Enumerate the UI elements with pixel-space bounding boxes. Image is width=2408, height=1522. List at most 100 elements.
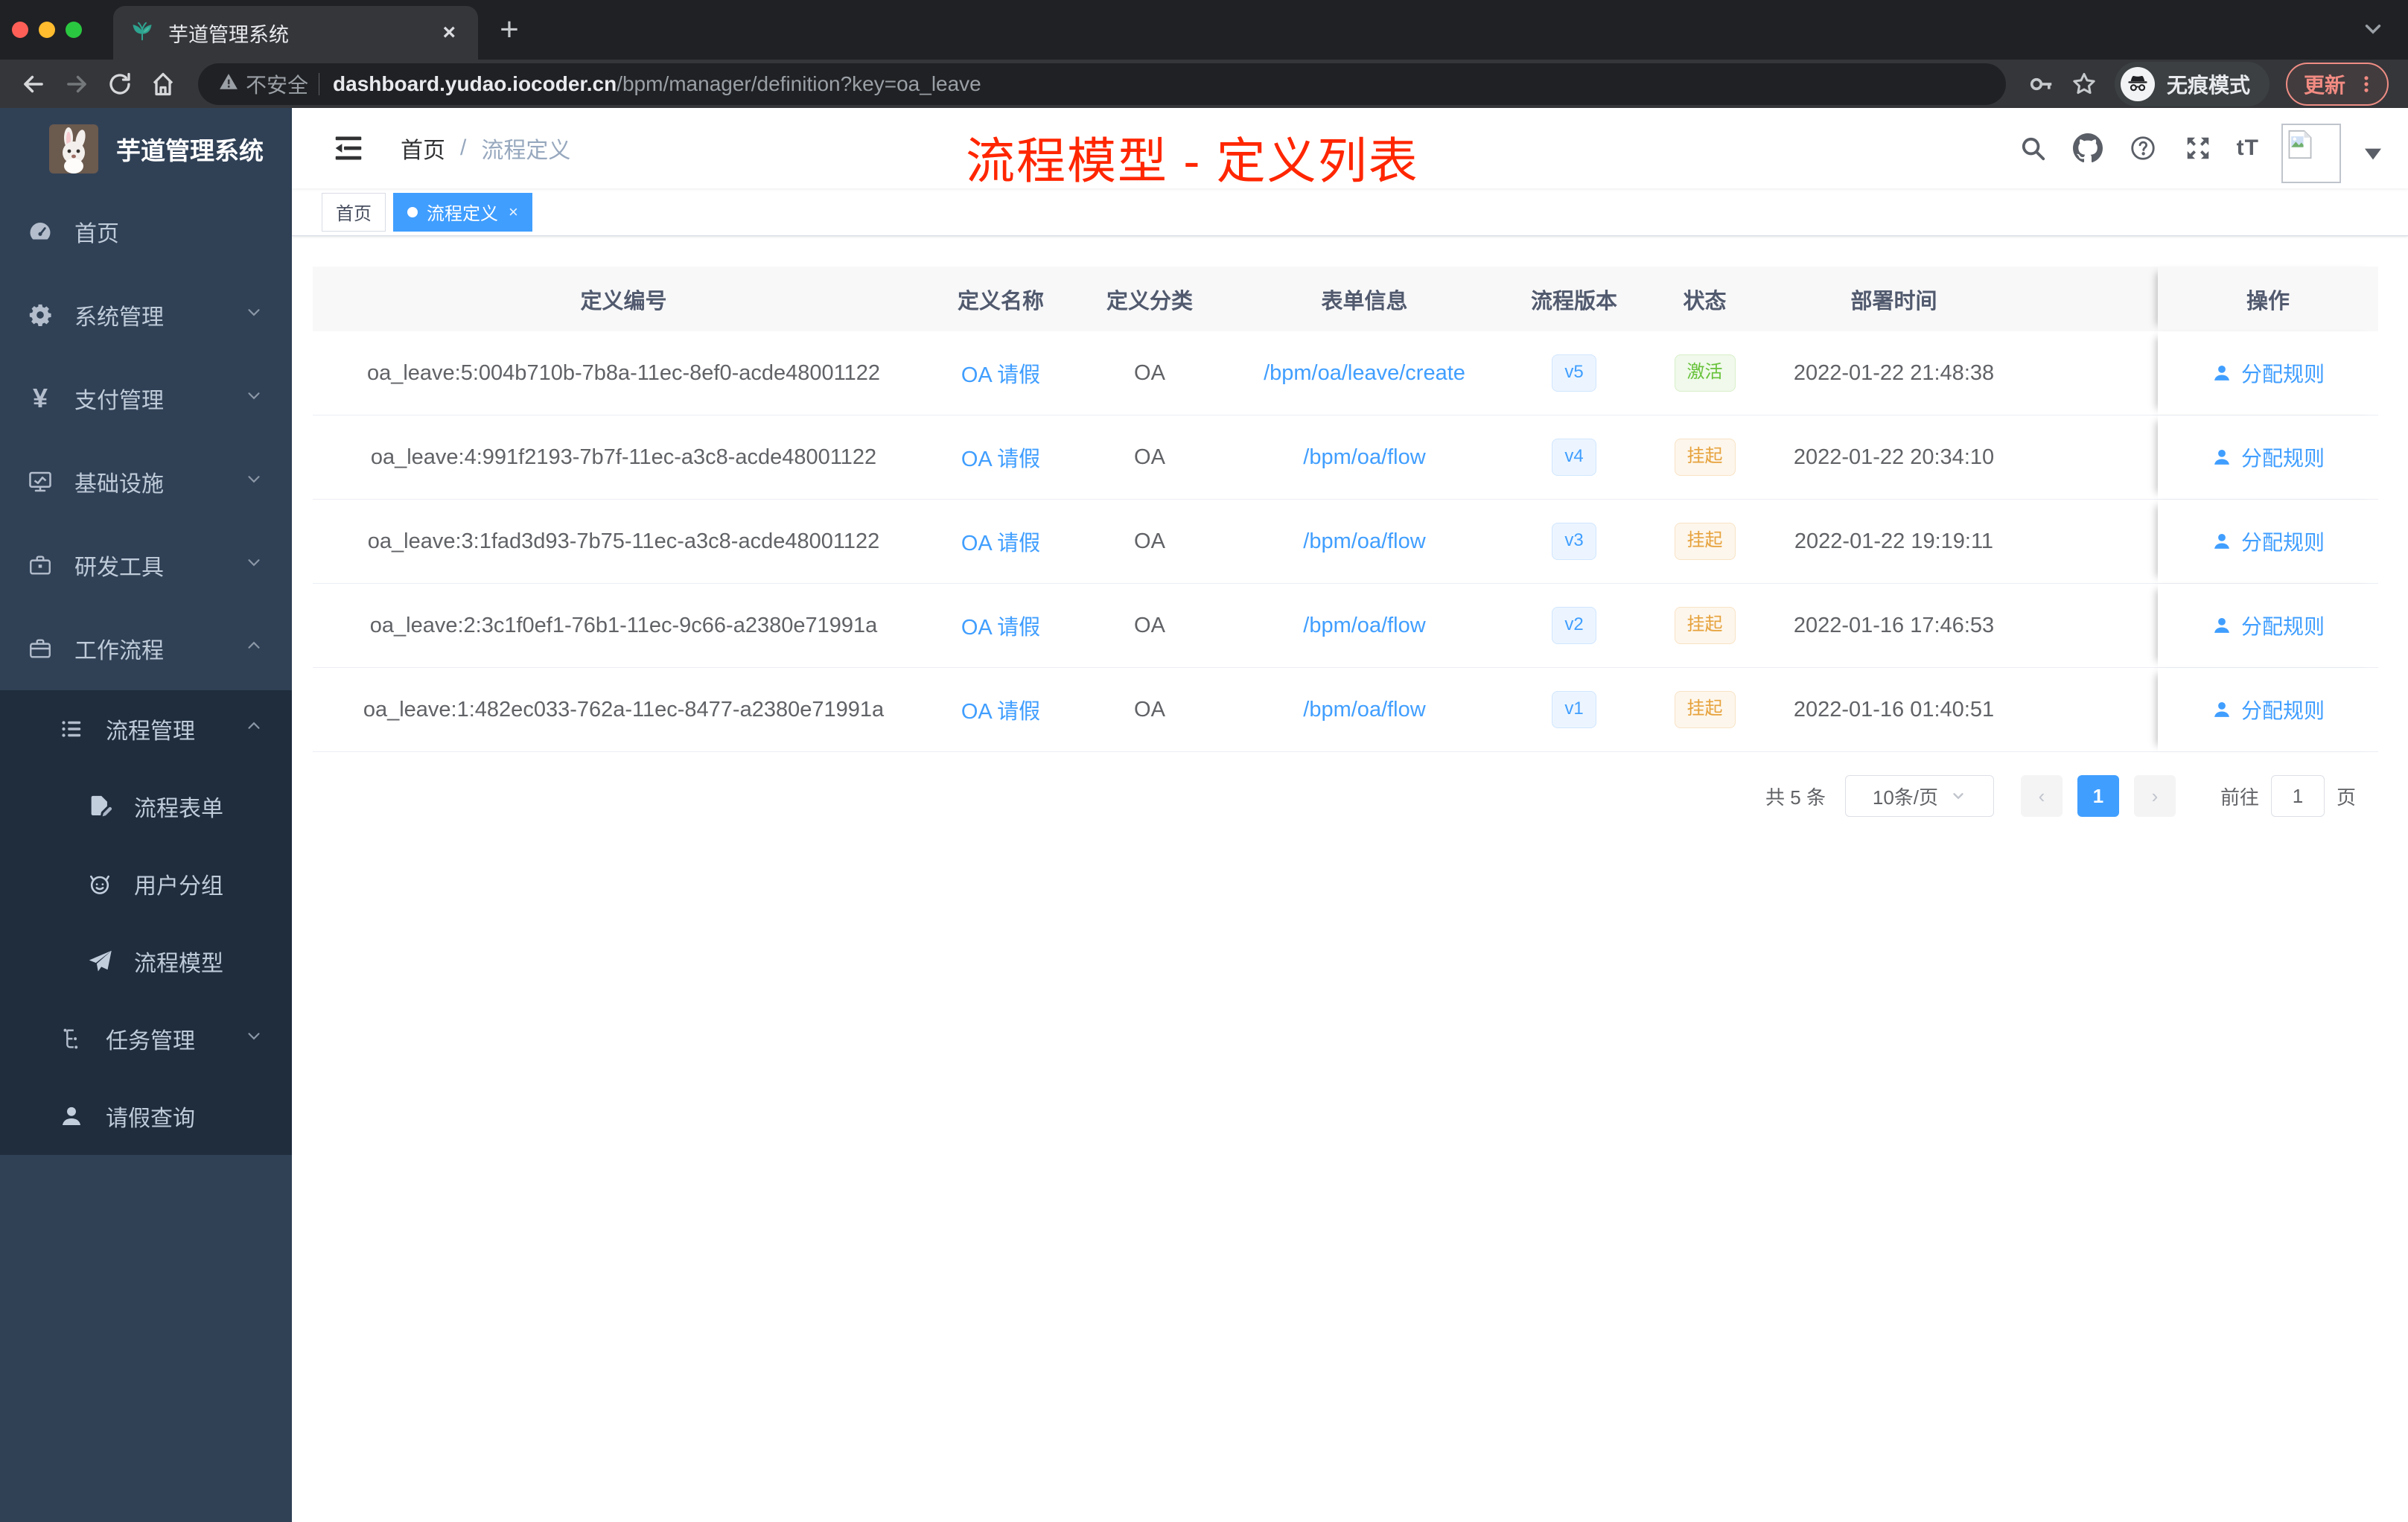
sidebar-item-label: 流程管理 bbox=[106, 719, 195, 744]
table-header-row: 定义编号 定义名称 定义分类 表单信息 流程版本 状态 部署时间 操作 bbox=[313, 267, 2378, 331]
password-key-icon[interactable] bbox=[2024, 67, 2058, 101]
update-button[interactable]: 更新 bbox=[2285, 62, 2389, 106]
fullscreen-icon[interactable] bbox=[2182, 132, 2214, 165]
tab-close-icon[interactable]: × bbox=[438, 20, 460, 45]
sidebar-item-6[interactable]: 流程管理 bbox=[0, 690, 292, 768]
sidebar-item-7[interactable]: 流程表单 bbox=[0, 768, 292, 845]
tab-search-chevron-icon[interactable] bbox=[2360, 16, 2386, 45]
actions-cell: 分配规则 bbox=[2158, 584, 2378, 667]
sidebar-item-11[interactable]: 请假查询 bbox=[0, 1077, 292, 1155]
form-info-link[interactable]: /bpm/oa/flow bbox=[1303, 445, 1425, 470]
prev-page-button[interactable]: ‹ bbox=[2020, 775, 2063, 817]
new-tab-button[interactable]: + bbox=[491, 13, 527, 49]
sidebar-item-label: 流程模型 bbox=[134, 952, 223, 976]
definition-name-link[interactable]: OA 请假 bbox=[961, 610, 1040, 641]
form-info-cell: /bpm/oa/flow bbox=[1232, 668, 1497, 751]
sidebar-item-8[interactable]: 用户分组 bbox=[0, 845, 292, 923]
table-body: oa_leave:5:004b710b-7b8a-11ec-8ef0-acde4… bbox=[313, 331, 2378, 752]
briefcase-icon bbox=[25, 634, 55, 663]
definition-name-link[interactable]: OA 请假 bbox=[961, 442, 1040, 473]
sidebar-toggle-icon[interactable] bbox=[332, 133, 365, 163]
reload-icon[interactable] bbox=[103, 67, 137, 101]
security-label[interactable]: 不安全 bbox=[246, 69, 308, 99]
tags-view-bar: 首页 流程定义 × bbox=[292, 188, 2408, 236]
sidebar-item-3[interactable]: 基础设施 bbox=[0, 440, 292, 523]
actions-cell: 分配规则 bbox=[2158, 500, 2378, 583]
actions-cell: 分配规则 bbox=[2158, 331, 2378, 415]
forward-icon[interactable] bbox=[60, 67, 94, 101]
chevron-down-icon bbox=[244, 386, 264, 411]
navbar-right-icons: tT bbox=[2016, 113, 2381, 183]
form-info-link[interactable]: /bpm/oa/flow bbox=[1303, 529, 1425, 554]
avatar-caret-icon[interactable] bbox=[2365, 148, 2381, 164]
question-icon[interactable] bbox=[2127, 132, 2159, 165]
github-icon[interactable] bbox=[2071, 132, 2104, 165]
sidebar-item-0[interactable]: 首页 bbox=[0, 190, 292, 273]
tag-process-definition[interactable]: 流程定义 × bbox=[393, 192, 532, 232]
back-icon[interactable] bbox=[16, 67, 51, 101]
sidebar-item-4[interactable]: 研发工具 bbox=[0, 523, 292, 607]
assign-rule-link[interactable]: 分配规则 bbox=[2211, 358, 2325, 388]
table-row-0: oa_leave:5:004b710b-7b8a-11ec-8ef0-acde4… bbox=[313, 331, 2378, 415]
table-row-3: oa_leave:2:3c1f0ef1-76b1-11ec-9c66-a2380… bbox=[313, 584, 2378, 668]
address-bar[interactable]: 不安全 dashboard.yudao.iocoder.cn/bpm/manag… bbox=[198, 63, 2006, 105]
actions-cell: 分配规则 bbox=[2158, 415, 2378, 499]
definition-name-link[interactable]: OA 请假 bbox=[961, 694, 1040, 725]
filler-cell bbox=[2030, 415, 2158, 499]
sidebar-item-label: 工作流程 bbox=[74, 639, 164, 663]
breadcrumb: 首页 / 流程定义 bbox=[401, 132, 570, 165]
yen-icon: ¥ bbox=[32, 383, 48, 413]
page-1-button[interactable]: 1 bbox=[2077, 775, 2119, 817]
avatar[interactable] bbox=[2281, 124, 2341, 183]
window-minimize-button[interactable] bbox=[39, 22, 55, 38]
chevron-down-icon bbox=[244, 469, 264, 494]
table-row-2: oa_leave:3:1fad3d93-7b75-11ec-a3c8-acde4… bbox=[313, 500, 2378, 584]
page-unit-label: 页 bbox=[2336, 786, 2356, 809]
font-size-icon[interactable]: tT bbox=[2237, 136, 2259, 161]
breadcrumb-home[interactable]: 首页 bbox=[401, 132, 445, 165]
assign-rule-link[interactable]: 分配规则 bbox=[2211, 442, 2325, 472]
search-icon[interactable] bbox=[2016, 132, 2049, 165]
home-icon[interactable] bbox=[146, 67, 180, 101]
sidebar-item-2[interactable]: ¥ 支付管理 bbox=[0, 357, 292, 440]
goto-page-input[interactable] bbox=[2270, 775, 2325, 817]
deploy-time-cell: 2022-01-16 17:46:53 bbox=[1793, 613, 1995, 637]
sidebar-item-1[interactable]: 系统管理 bbox=[0, 273, 292, 357]
form-info-link[interactable]: /bpm/oa/leave/create bbox=[1264, 361, 1465, 386]
window-close-button[interactable] bbox=[12, 22, 28, 38]
tag-home-label: 首页 bbox=[336, 204, 372, 224]
browser-tab[interactable]: 芋道管理系统 × bbox=[113, 6, 478, 60]
status-badge: 激活 bbox=[1674, 354, 1736, 392]
incognito-icon bbox=[2120, 66, 2155, 101]
assign-rule-link[interactable]: 分配规则 bbox=[2211, 695, 2325, 725]
page-content: 定义编号 定义名称 定义分类 表单信息 流程版本 状态 部署时间 操作 oa_leave:5:… bbox=[292, 267, 2408, 818]
next-page-button[interactable]: › bbox=[2133, 775, 2176, 817]
definition-table: 定义编号 定义名称 定义分类 表单信息 流程版本 状态 部署时间 操作 oa_leave:5:… bbox=[313, 267, 2378, 752]
filler-cell bbox=[2030, 668, 2158, 751]
form-info-link[interactable]: /bpm/oa/flow bbox=[1303, 698, 1425, 722]
sidebar-item-10[interactable]: 任务管理 bbox=[0, 1000, 292, 1077]
assign-rule-label: 分配规则 bbox=[2240, 531, 2325, 554]
dashboard-icon bbox=[25, 217, 55, 246]
assign-rule-link[interactable]: 分配规则 bbox=[2211, 611, 2325, 640]
definition-name-link[interactable]: OA 请假 bbox=[961, 526, 1040, 557]
deploy-time-cell: 2022-01-22 19:19:11 bbox=[1794, 529, 1994, 553]
sidebar-item-5[interactable]: 工作流程 bbox=[0, 607, 292, 690]
security-warning-icon[interactable] bbox=[219, 72, 238, 95]
status-cell: 挂起 bbox=[1651, 584, 1758, 667]
face-icon bbox=[85, 869, 115, 899]
window-zoom-button[interactable] bbox=[66, 22, 82, 38]
version-cell: v3 bbox=[1497, 500, 1651, 583]
tag-close-icon[interactable]: × bbox=[509, 203, 518, 220]
status-badge: 挂起 bbox=[1674, 523, 1736, 560]
definition-name-link[interactable]: OA 请假 bbox=[961, 357, 1040, 389]
form-info-link[interactable]: /bpm/oa/flow bbox=[1303, 614, 1425, 638]
bookmark-star-icon[interactable] bbox=[2067, 67, 2101, 101]
assign-rule-link[interactable]: 分配规则 bbox=[2211, 526, 2325, 556]
page-size-select[interactable]: 10条/页 bbox=[1844, 775, 1994, 817]
sidebar-item-9[interactable]: 流程模型 bbox=[0, 923, 292, 1000]
sidebar-logo[interactable]: 芋道管理系统 bbox=[0, 108, 292, 190]
column-header-filler bbox=[2030, 267, 2158, 331]
deploy-time-cell: 2022-01-22 20:34:10 bbox=[1793, 445, 1995, 469]
tag-home[interactable]: 首页 bbox=[322, 192, 386, 232]
